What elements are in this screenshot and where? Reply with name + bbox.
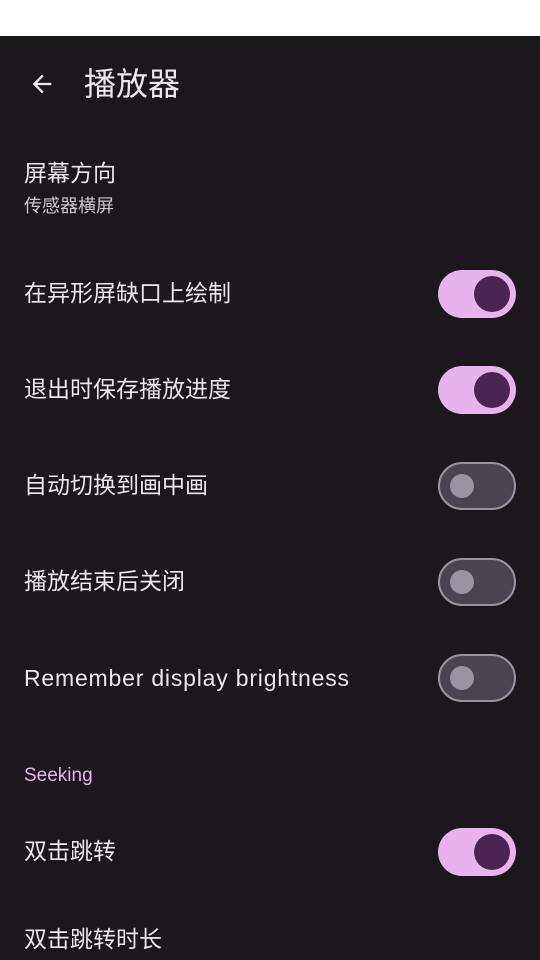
arrow-back-icon xyxy=(32,74,52,94)
cutout-setting[interactable]: 在异形屏缺口上绘制 xyxy=(0,246,540,342)
top-app-bar: 播放器 xyxy=(0,36,540,132)
cutout-title: 在异形屏缺口上绘制 xyxy=(24,281,231,307)
double-tap-seek-title: 双击跳转 xyxy=(24,839,116,865)
back-button[interactable] xyxy=(18,60,66,108)
remember-brightness-setting[interactable]: Remember display brightness xyxy=(0,630,540,726)
close-on-end-setting[interactable]: 播放结束后关闭 xyxy=(0,534,540,630)
double-tap-seek-switch[interactable] xyxy=(438,828,516,876)
page-title: 播放器 xyxy=(84,65,181,103)
save-progress-setting[interactable]: 退出时保存播放进度 xyxy=(0,342,540,438)
switch-thumb xyxy=(474,372,510,408)
switch-thumb xyxy=(474,276,510,312)
remember-brightness-title: Remember display brightness xyxy=(24,665,350,691)
save-progress-switch[interactable] xyxy=(438,366,516,414)
auto-pip-title: 自动切换到画中画 xyxy=(24,473,208,499)
status-bar xyxy=(0,0,540,36)
auto-pip-switch[interactable] xyxy=(438,462,516,510)
double-tap-duration-title: 双击跳转时长 xyxy=(24,927,162,953)
switch-thumb xyxy=(474,834,510,870)
cutout-switch[interactable] xyxy=(438,270,516,318)
orientation-title: 屏幕方向 xyxy=(24,161,116,187)
close-on-end-title: 播放结束后关闭 xyxy=(24,569,185,595)
switch-thumb xyxy=(450,570,474,594)
double-tap-duration-setting[interactable]: 双击跳转时长 xyxy=(0,900,540,960)
seeking-section-header: Seeking xyxy=(24,765,93,786)
orientation-setting[interactable]: 屏幕方向 传感器横屏 xyxy=(0,146,540,236)
double-tap-seek-setting[interactable]: 双击跳转 xyxy=(0,804,540,900)
save-progress-title: 退出时保存播放进度 xyxy=(24,377,231,403)
auto-pip-setting[interactable]: 自动切换到画中画 xyxy=(0,438,540,534)
switch-thumb xyxy=(450,474,474,498)
switch-thumb xyxy=(450,666,474,690)
orientation-value: 传感器横屏 xyxy=(24,196,114,217)
remember-brightness-switch[interactable] xyxy=(438,654,516,702)
close-on-end-switch[interactable] xyxy=(438,558,516,606)
